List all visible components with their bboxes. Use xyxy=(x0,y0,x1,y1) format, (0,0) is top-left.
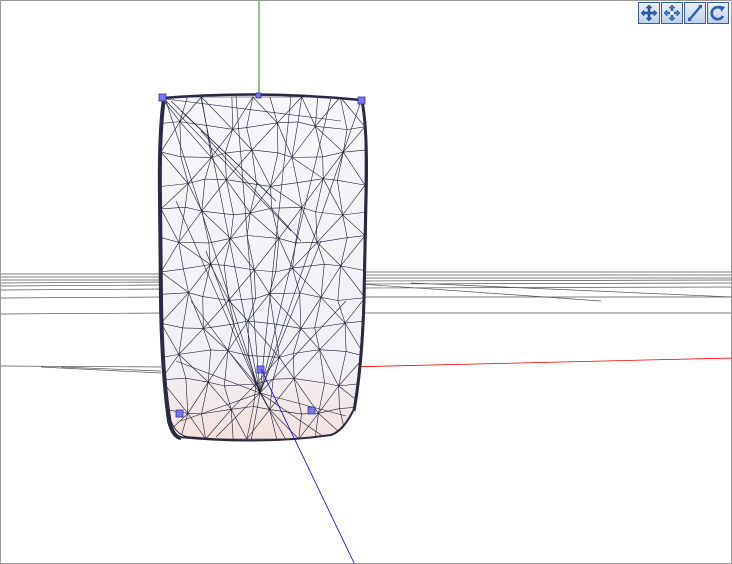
handle-bottom-right xyxy=(307,406,316,415)
move-button[interactable] xyxy=(661,2,683,24)
scene-canvas[interactable] xyxy=(1,1,732,564)
handle-top-right xyxy=(357,96,366,105)
handle-top-mid xyxy=(255,92,262,99)
ground-grid xyxy=(1,271,731,374)
rotate-button[interactable] xyxy=(707,2,729,24)
zoom-button[interactable] xyxy=(684,2,706,24)
rotate-icon xyxy=(710,5,725,21)
handle-bottom-left xyxy=(175,409,184,418)
view-toolbar xyxy=(638,2,729,24)
pan-button[interactable] xyxy=(638,2,660,24)
handle-center xyxy=(256,365,265,374)
3d-viewport[interactable] xyxy=(0,0,732,564)
move-arrows-icon xyxy=(663,4,681,22)
zoom-icon xyxy=(688,5,702,21)
handle-top-left xyxy=(158,93,167,102)
mesh-object[interactable] xyxy=(157,92,368,442)
pan-arrows-icon xyxy=(640,4,658,22)
